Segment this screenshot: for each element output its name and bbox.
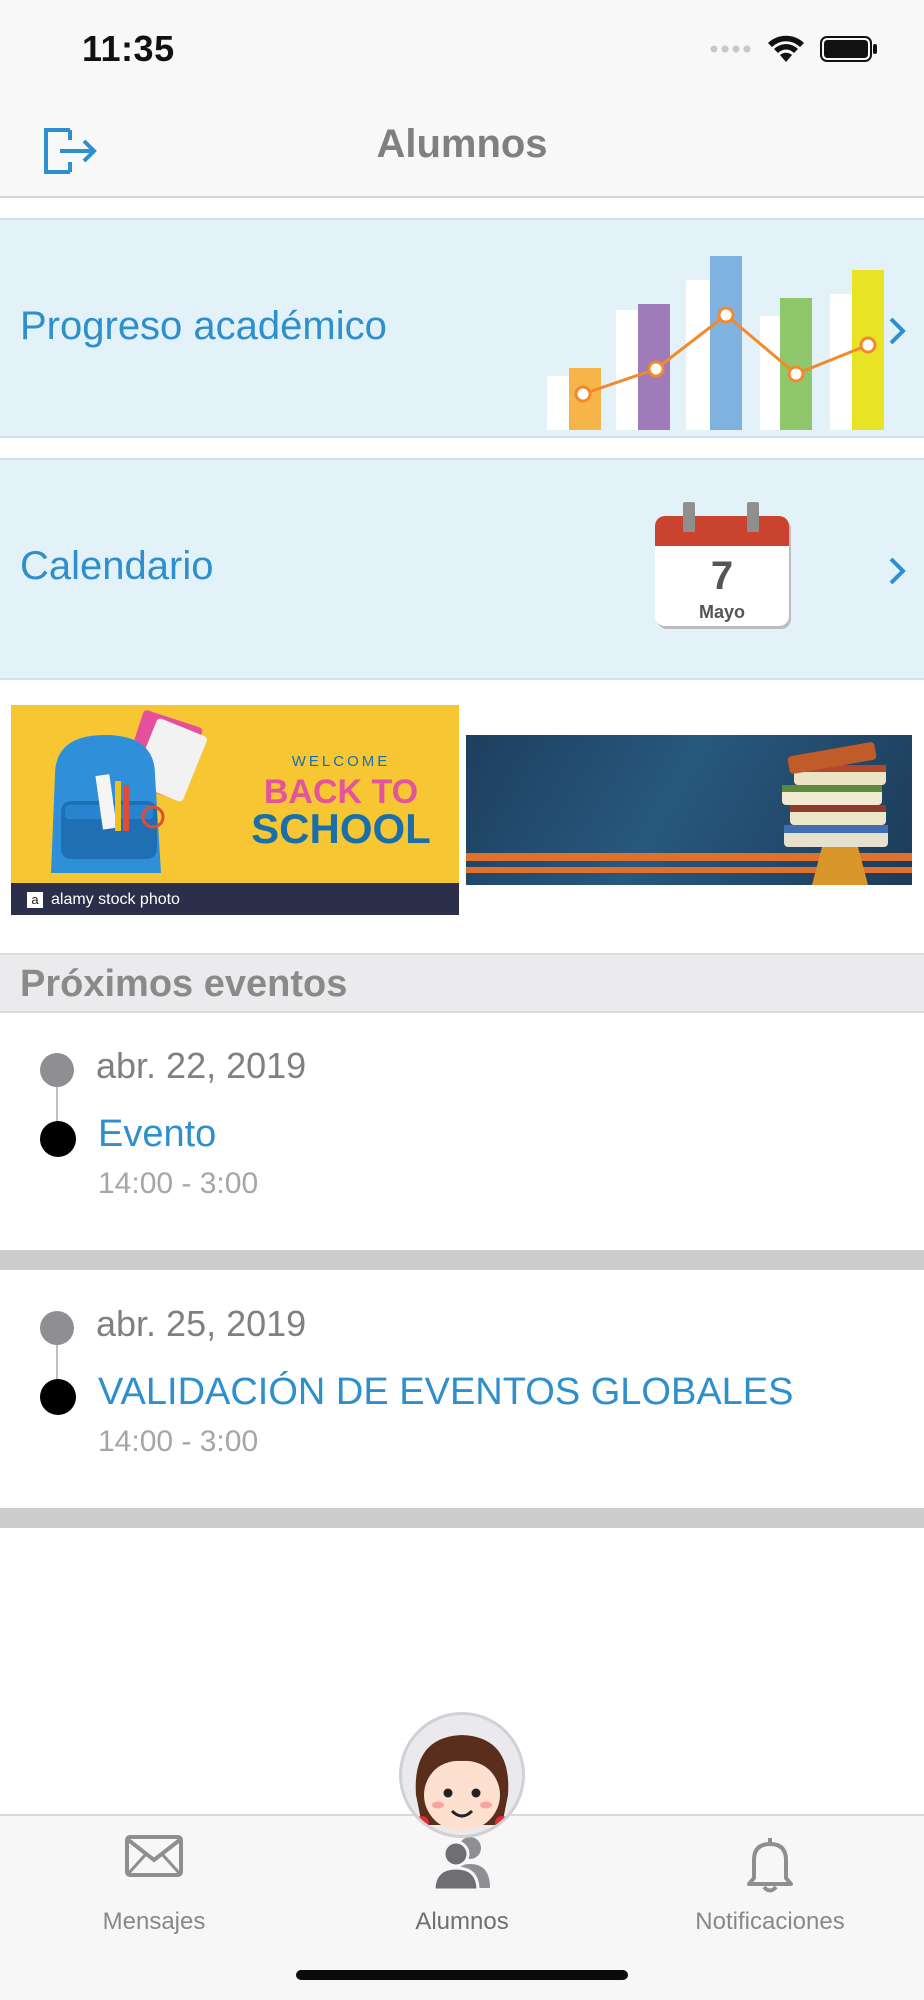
tab-label: Mensajes [102,1908,206,1935]
tab-alumnos[interactable]: Alumnos [308,1816,616,1966]
banner-carousel[interactable]: WELCOME BACK TO SCHOOL a alamy stock pho… [0,680,924,920]
event-divider [0,1508,924,1528]
status-bar: 11:35 [0,0,924,100]
battery-icon [820,36,877,62]
tab-label: Alumnos [415,1908,509,1935]
page-title: Alumnos [376,122,548,166]
tab-notificaciones[interactable]: Notificaciones [616,1816,924,1966]
calendar-card-label: Calendario [20,544,214,588]
status-time: 11:35 [82,28,175,69]
bell-icon [747,1838,793,1893]
timeline-dot [40,1121,76,1157]
books-stack-image [782,742,888,885]
banner-welcome: WELCOME [291,753,391,770]
progress-card[interactable]: Progreso académico [0,218,924,438]
event-item[interactable]: abr. 22, 2019 Evento 14:00 - 3:00 [0,1015,924,1250]
books-banner[interactable] [466,735,912,885]
chevron-right-icon [889,317,906,345]
wifi-icon [768,35,804,62]
banner-school: SCHOOL [251,805,431,852]
calendar-icon: 7 Mayo [655,502,791,628]
event-divider [0,1250,924,1270]
signal-icon [710,45,751,53]
tab-label: Notificaciones [695,1908,845,1935]
status-icons [710,34,878,64]
timeline-dot [40,1311,74,1345]
bar-chart-icon [547,256,884,430]
people-icon [432,1837,490,1890]
stock-logo-icon: a [27,892,43,908]
event-item[interactable]: abr. 25, 2019 VALIDACIÓN DE EVENTOS GLOB… [0,1270,924,1508]
chevron-right-icon [889,557,906,585]
event-title[interactable]: Evento [98,1113,216,1156]
event-date: abr. 25, 2019 [96,1303,307,1344]
nav-bar: Alumnos [0,100,924,198]
event-time: 14:00 - 3:00 [98,1167,259,1200]
event-title[interactable]: VALIDACIÓN DE EVENTOS GLOBALES [98,1371,794,1414]
backpack-image [51,710,207,873]
upcoming-events-header: Próximos eventos [0,953,924,1013]
timeline-dot [40,1379,76,1415]
home-indicator[interactable] [296,1970,628,1980]
back-to-school-banner[interactable]: WELCOME BACK TO SCHOOL a alamy stock pho… [11,705,459,915]
section-title: Próximos eventos [20,963,348,1005]
student-avatar[interactable] [399,1712,525,1838]
banner-footer: alamy stock photo [51,891,180,908]
girl-avatar-icon [415,1735,509,1831]
event-date: abr. 22, 2019 [96,1045,307,1086]
envelope-icon [125,1835,183,1877]
calendar-day: 7 [710,554,734,598]
calendar-card[interactable]: Calendario 7 Mayo [0,458,924,680]
tab-mensajes[interactable]: Mensajes [0,1816,308,1966]
calendar-month: Mayo [698,602,745,622]
event-time: 14:00 - 3:00 [98,1425,259,1458]
progress-card-label: Progreso académico [20,304,387,348]
timeline-dot [40,1053,74,1087]
